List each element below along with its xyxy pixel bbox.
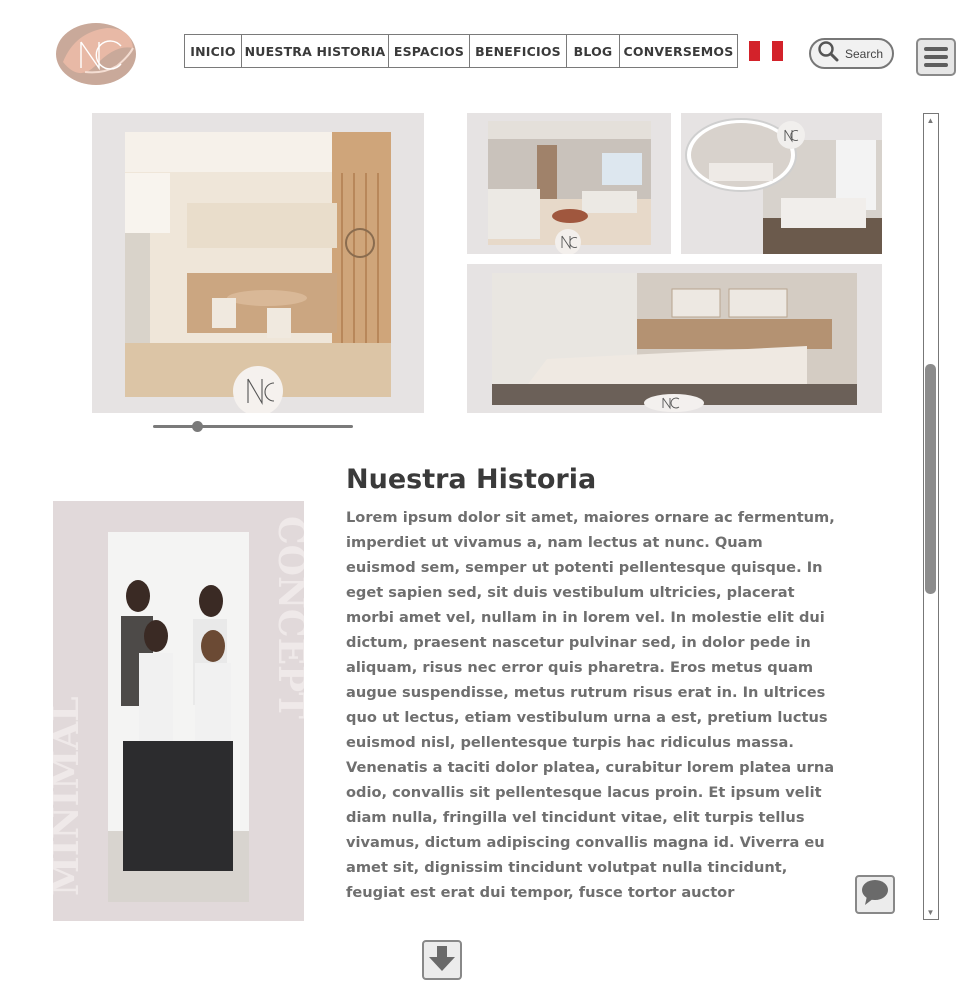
vertical-scrollbar[interactable]: ▲ ▼ <box>923 113 939 920</box>
scroll-down-icon[interactable]: ▼ <box>924 906 937 919</box>
master-bedroom-render-image <box>492 273 857 412</box>
scrollbar-thumb[interactable] <box>925 364 936 594</box>
gallery-bedroom-wide[interactable] <box>467 264 882 413</box>
watermark-concept: CONCEPT <box>270 516 304 719</box>
section-title: Nuestra Historia <box>346 464 597 495</box>
bedroom-render-image <box>685 118 882 254</box>
gallery-bedroom-small[interactable] <box>681 113 882 254</box>
search-icon <box>817 40 839 67</box>
scroll-up-icon[interactable]: ▲ <box>924 114 937 127</box>
living-room-render-image <box>488 121 651 254</box>
language-flag-peru[interactable] <box>749 41 783 61</box>
hamburger-menu-button[interactable] <box>916 38 956 76</box>
chat-bubble-icon <box>860 878 890 911</box>
hamburger-icon <box>924 47 948 51</box>
nav-nuestra-historia[interactable]: NUESTRA HISTORIA <box>242 35 389 67</box>
brand-logo[interactable] <box>55 22 137 86</box>
nav-blog[interactable]: BLOG <box>567 35 620 67</box>
arrow-down-icon <box>427 943 457 978</box>
team-photo-panel: MINIMAL CONCEPT <box>53 501 304 921</box>
carousel-track[interactable] <box>153 425 353 428</box>
nav-conversemos[interactable]: CONVERSEMOS <box>620 35 737 67</box>
main-nav: INICIO NUESTRA HISTORIA ESPACIOS BENEFIC… <box>184 34 738 68</box>
gallery-living-room[interactable] <box>467 113 671 254</box>
scroll-down-button[interactable] <box>422 940 462 980</box>
nav-inicio[interactable]: INICIO <box>185 35 242 67</box>
story-body-text: Lorem ipsum dolor sit amet, maiores orna… <box>346 509 835 901</box>
team-photo-image: MINIMAL CONCEPT <box>53 516 304 902</box>
watermark-minimal: MINIMAL <box>53 696 87 896</box>
search-label: Search <box>845 46 884 61</box>
carousel-handle[interactable] <box>191 421 203 432</box>
nav-espacios[interactable]: ESPACIOS <box>389 35 470 67</box>
chat-button[interactable] <box>855 875 895 914</box>
kitchen-render-image <box>125 132 391 413</box>
search-box[interactable]: Search <box>809 38 894 69</box>
nav-beneficios[interactable]: BENEFICIOS <box>470 35 567 67</box>
gallery-main-kitchen[interactable] <box>92 113 424 413</box>
